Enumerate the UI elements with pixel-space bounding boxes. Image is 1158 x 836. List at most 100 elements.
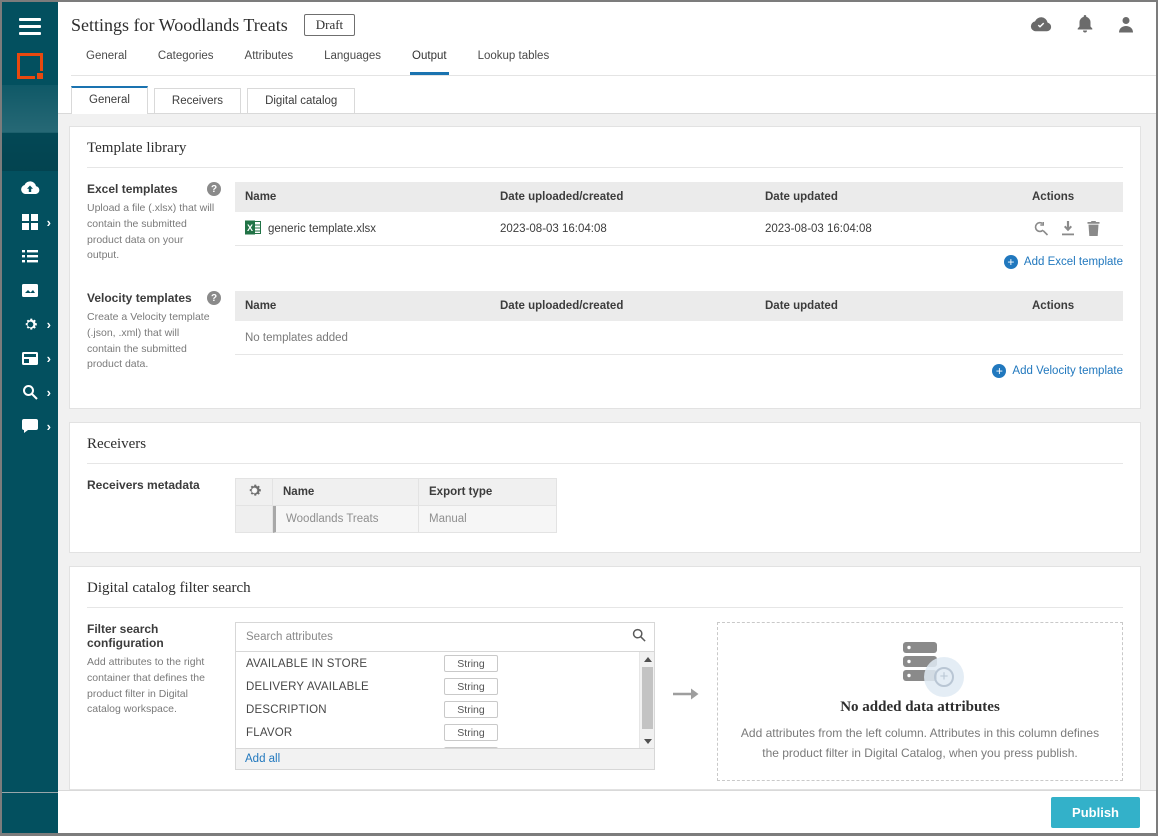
gear-icon bbox=[246, 482, 263, 502]
sidebar-item-apps[interactable]: › bbox=[2, 205, 58, 239]
footer-bar: Publish bbox=[58, 790, 1156, 833]
added-attributes-dropzone[interactable]: + No added data attributes Add attribute… bbox=[717, 622, 1123, 781]
sidebar-background-image bbox=[2, 85, 58, 171]
tab-lookup-tables[interactable]: Lookup tables bbox=[476, 50, 552, 75]
add-excel-template-button[interactable]: Add Excel template bbox=[1004, 255, 1123, 269]
attribute-list: AVAILABLE IN STORE String DELIVERY AVAIL… bbox=[236, 652, 639, 748]
list-item[interactable]: AVAILABLE IN STORE String bbox=[236, 652, 639, 675]
attribute-name: AVAILABLE IN STORE bbox=[246, 658, 444, 670]
plus-circle-icon bbox=[1004, 255, 1018, 269]
sidebar-item-messages[interactable]: › bbox=[2, 409, 58, 443]
list-item[interactable]: FLAVOR String bbox=[236, 721, 639, 744]
no-templates-text: No templates added bbox=[235, 332, 500, 344]
column-header-export-type: Export type bbox=[419, 478, 557, 506]
empty-table-row: No templates added bbox=[235, 321, 1123, 355]
section-title: Template library bbox=[87, 140, 1123, 168]
notifications-bell-icon[interactable] bbox=[1077, 15, 1093, 33]
cloud-sync-icon[interactable] bbox=[1030, 17, 1052, 32]
chevron-right-icon: › bbox=[47, 318, 51, 331]
column-header-name: Name bbox=[235, 191, 500, 203]
sidebar-item-settings[interactable]: › bbox=[2, 307, 58, 341]
column-header-date-updated: Date updated bbox=[765, 191, 1032, 203]
help-icon[interactable] bbox=[207, 291, 221, 305]
subtab-digital-catalog[interactable]: Digital catalog bbox=[247, 88, 355, 113]
excel-templates-section: Excel templates Upload a file (.xlsx) th… bbox=[87, 182, 1123, 269]
filter-search-config-description: Add attributes to the right container th… bbox=[87, 655, 221, 718]
sidebar: › › › bbox=[2, 2, 58, 833]
page-title: Settings for Woodlands Treats bbox=[71, 15, 288, 36]
attribute-type-badge: String bbox=[444, 701, 498, 718]
search-attributes-input[interactable] bbox=[246, 631, 626, 643]
download-icon[interactable] bbox=[1061, 221, 1075, 236]
receivers-card: Receivers Receivers metadata Name bbox=[69, 422, 1141, 553]
tab-attributes[interactable]: Attributes bbox=[243, 50, 296, 75]
sidebar-item-lists[interactable] bbox=[2, 239, 58, 273]
tab-output[interactable]: Output bbox=[410, 50, 449, 75]
replace-template-icon[interactable] bbox=[1032, 221, 1049, 236]
row-selector-cell[interactable] bbox=[235, 506, 273, 533]
excel-templates-table: Name Date uploaded/created Date updated … bbox=[235, 182, 1123, 269]
date-uploaded-value: 2023-08-03 16:04:08 bbox=[500, 223, 765, 235]
app-window: › › › bbox=[0, 0, 1158, 836]
table-settings-cell[interactable] bbox=[235, 478, 273, 506]
sidebar-item-media[interactable] bbox=[2, 273, 58, 307]
sidebar-item-search[interactable]: › bbox=[2, 375, 58, 409]
svg-text:X: X bbox=[247, 223, 253, 233]
date-updated-value: 2023-08-03 16:04:08 bbox=[765, 223, 1032, 235]
delete-trash-icon[interactable] bbox=[1087, 221, 1100, 236]
filter-search-config-label: Filter search configuration bbox=[87, 622, 221, 650]
subtab-receivers[interactable]: Receivers bbox=[154, 88, 241, 113]
velocity-templates-section: Velocity templates Create a Velocity tem… bbox=[87, 291, 1123, 378]
publish-button[interactable]: Publish bbox=[1051, 797, 1140, 828]
table-row[interactable]: Woodlands Treats Manual bbox=[235, 506, 557, 533]
sidebar-item-upload[interactable] bbox=[2, 171, 58, 205]
column-header-date-uploaded: Date uploaded/created bbox=[500, 191, 765, 203]
transfer-arrow-icon bbox=[673, 687, 699, 705]
cloud-upload-icon bbox=[20, 181, 40, 195]
search-icon bbox=[22, 384, 38, 400]
column-header-name: Name bbox=[235, 300, 500, 312]
velocity-templates-description: Create a Velocity template (.json, .xml)… bbox=[87, 310, 221, 373]
scroll-up-arrow[interactable] bbox=[640, 652, 654, 666]
attribute-type-badge: String bbox=[444, 655, 498, 672]
excel-templates-description: Upload a file (.xlsx) that will contain … bbox=[87, 201, 221, 264]
column-header-name: Name bbox=[273, 478, 419, 506]
settings-tabs: General Categories Attributes Languages … bbox=[71, 36, 1156, 76]
scrollbar-thumb[interactable] bbox=[642, 667, 653, 729]
tab-general[interactable]: General bbox=[84, 50, 129, 75]
chat-icon bbox=[22, 419, 38, 433]
table-row: X generic template.xlsx 2023-08-03 16:04… bbox=[235, 212, 1123, 246]
card-panel-icon bbox=[22, 352, 38, 365]
chevron-right-icon: › bbox=[47, 386, 51, 399]
apps-grid-icon bbox=[22, 214, 38, 230]
receiver-export-type-value: Manual bbox=[419, 506, 557, 533]
list-icon bbox=[22, 250, 38, 263]
sidebar-item-planner[interactable]: › bbox=[2, 341, 58, 375]
list-item[interactable]: DELIVERY AVAILABLE String bbox=[236, 675, 639, 698]
user-account-icon[interactable] bbox=[1118, 16, 1134, 33]
scrollbar[interactable] bbox=[639, 652, 654, 748]
subtab-general[interactable]: General bbox=[71, 86, 148, 114]
tab-languages[interactable]: Languages bbox=[322, 50, 383, 75]
tab-categories[interactable]: Categories bbox=[156, 50, 216, 75]
column-header-actions: Actions bbox=[1032, 191, 1123, 203]
excel-templates-label: Excel templates bbox=[87, 182, 178, 196]
content-area: Template library Excel templates Upload … bbox=[58, 114, 1156, 790]
image-icon bbox=[22, 284, 38, 297]
help-icon[interactable] bbox=[207, 182, 221, 196]
menu-icon[interactable] bbox=[19, 18, 41, 35]
empty-state-description: Add attributes from the left column. Att… bbox=[738, 724, 1102, 764]
attribute-type-badge: String bbox=[444, 678, 498, 695]
column-header-date-updated: Date updated bbox=[765, 300, 1032, 312]
chevron-right-icon: › bbox=[47, 420, 51, 433]
sidebar-footer bbox=[2, 792, 58, 833]
template-file-name[interactable]: generic template.xlsx bbox=[268, 223, 376, 235]
brand-logo bbox=[17, 53, 43, 79]
scroll-down-arrow[interactable] bbox=[640, 734, 654, 748]
list-item[interactable]: DESCRIPTION String bbox=[236, 698, 639, 721]
gear-icon bbox=[22, 316, 39, 333]
add-all-link[interactable]: Add all bbox=[245, 753, 280, 765]
add-velocity-template-button[interactable]: Add Velocity template bbox=[992, 364, 1123, 378]
chevron-right-icon: › bbox=[47, 216, 51, 229]
search-icon[interactable] bbox=[632, 628, 646, 647]
